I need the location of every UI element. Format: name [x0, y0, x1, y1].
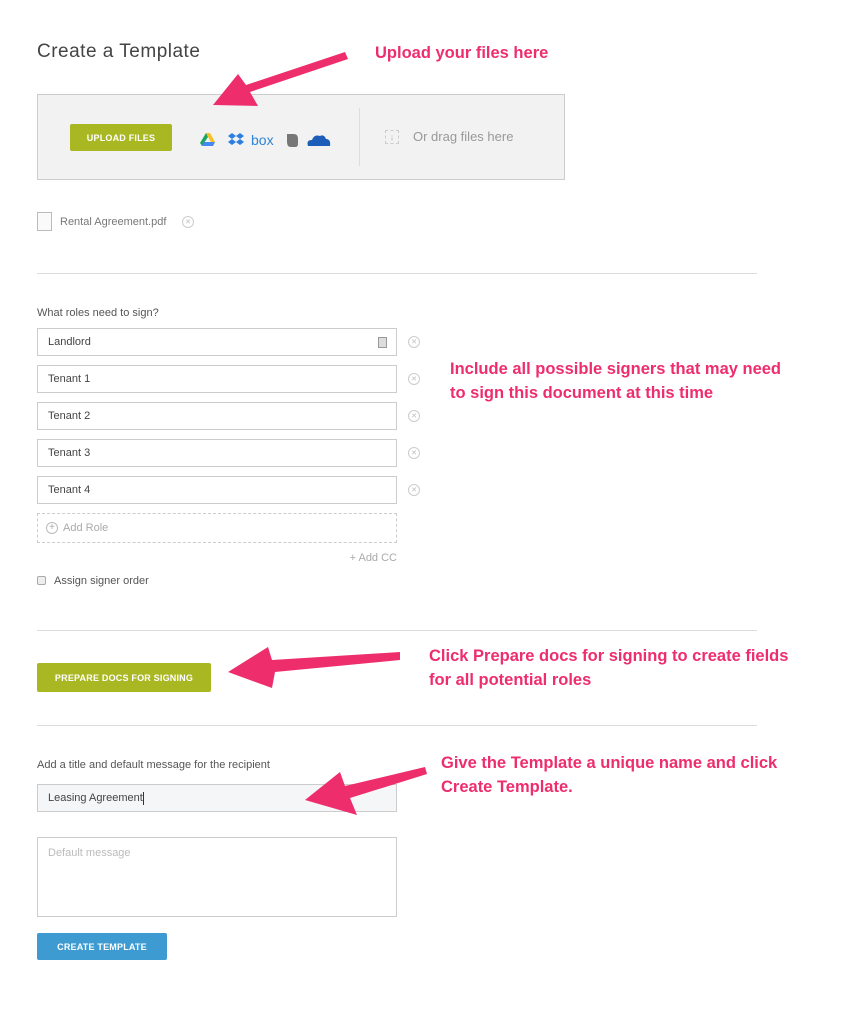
annotation-prepare: Click Prepare docs for signing to create… — [429, 644, 788, 692]
arrow-icon — [305, 767, 427, 815]
annotation-create: Give the Template a unique name and clic… — [441, 751, 777, 799]
annotation-line: to sign this document at this time — [450, 384, 714, 402]
arrow-icon — [213, 52, 348, 106]
arrow-icon — [228, 647, 400, 688]
annotation-line: Create Template. — [441, 778, 573, 796]
annotation-upload: Upload your files here — [375, 44, 549, 62]
annotation-line: Give the Template a unique name and clic… — [441, 754, 778, 772]
annotation-arrows — [213, 52, 427, 815]
annotation-line: for all potential roles — [429, 671, 592, 689]
annotation-line: Click Prepare docs for signing to create… — [429, 647, 789, 665]
annotation-line: Include all possible signers that may ne… — [450, 360, 782, 378]
annotation-signers: Include all possible signers that may ne… — [450, 357, 781, 405]
